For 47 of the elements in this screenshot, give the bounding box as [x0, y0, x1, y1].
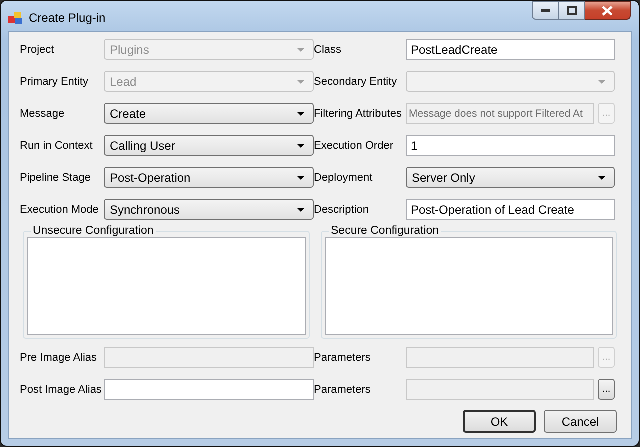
field-label: Filtering Attributes [314, 108, 404, 120]
dropdown[interactable]: Server Only [406, 167, 615, 188]
field-label: Run in Context [20, 140, 94, 152]
caret-icon [297, 176, 305, 180]
text-field[interactable] [104, 379, 314, 400]
caret-icon [297, 208, 305, 212]
maximize-icon [566, 6, 576, 15]
caret-icon [297, 80, 305, 84]
field-label: Project [20, 44, 56, 56]
field-label: Deployment [314, 172, 374, 184]
field-label: Post Image Alias [20, 384, 103, 396]
minimize-button[interactable] [532, 1, 559, 20]
field-label: Pipeline Stage [20, 172, 92, 184]
close-icon [602, 6, 613, 16]
config-text-area[interactable] [27, 237, 306, 335]
text-field[interactable]: Post-Operation of Lead Create [406, 199, 615, 220]
dropdown[interactable]: Create [104, 103, 314, 124]
field-label: Message [20, 108, 66, 120]
close-button[interactable] [585, 1, 631, 20]
text-field[interactable]: PostLeadCreate [406, 39, 615, 60]
minimize-icon [541, 9, 550, 12]
cancel-button[interactable]: Cancel [544, 410, 617, 433]
dropdown[interactable]: Post-Operation [104, 167, 314, 188]
maximize-button[interactable] [559, 1, 585, 20]
field-label: Description [314, 204, 370, 216]
group-label: Secure Configuration [330, 225, 440, 237]
field-label: Primary Entity [20, 76, 90, 88]
caret-icon [297, 48, 305, 52]
dropdown[interactable]: Calling User [104, 135, 314, 156]
caret-icon [297, 144, 305, 148]
dropdown[interactable]: Synchronous [104, 199, 314, 220]
app-icon [8, 11, 23, 25]
field-label: Execution Mode [20, 204, 100, 216]
text-field[interactable]: 1 [406, 135, 615, 156]
field-label: Execution Order [314, 140, 394, 152]
ok-button[interactable]: OK [463, 410, 536, 433]
caret-icon [598, 80, 606, 84]
window-title: Create Plug-in [29, 11, 106, 25]
field-label: Secondary Entity [314, 76, 398, 88]
config-text-area[interactable] [325, 237, 613, 335]
caret-icon [297, 112, 305, 116]
caret-icon [598, 176, 606, 180]
field-label: Pre Image Alias [20, 352, 98, 364]
field-label: Parameters [314, 352, 372, 364]
group-label: Unsecure Configuration [32, 225, 155, 237]
field-label: Class [314, 44, 343, 56]
field-label: Parameters [314, 384, 372, 396]
